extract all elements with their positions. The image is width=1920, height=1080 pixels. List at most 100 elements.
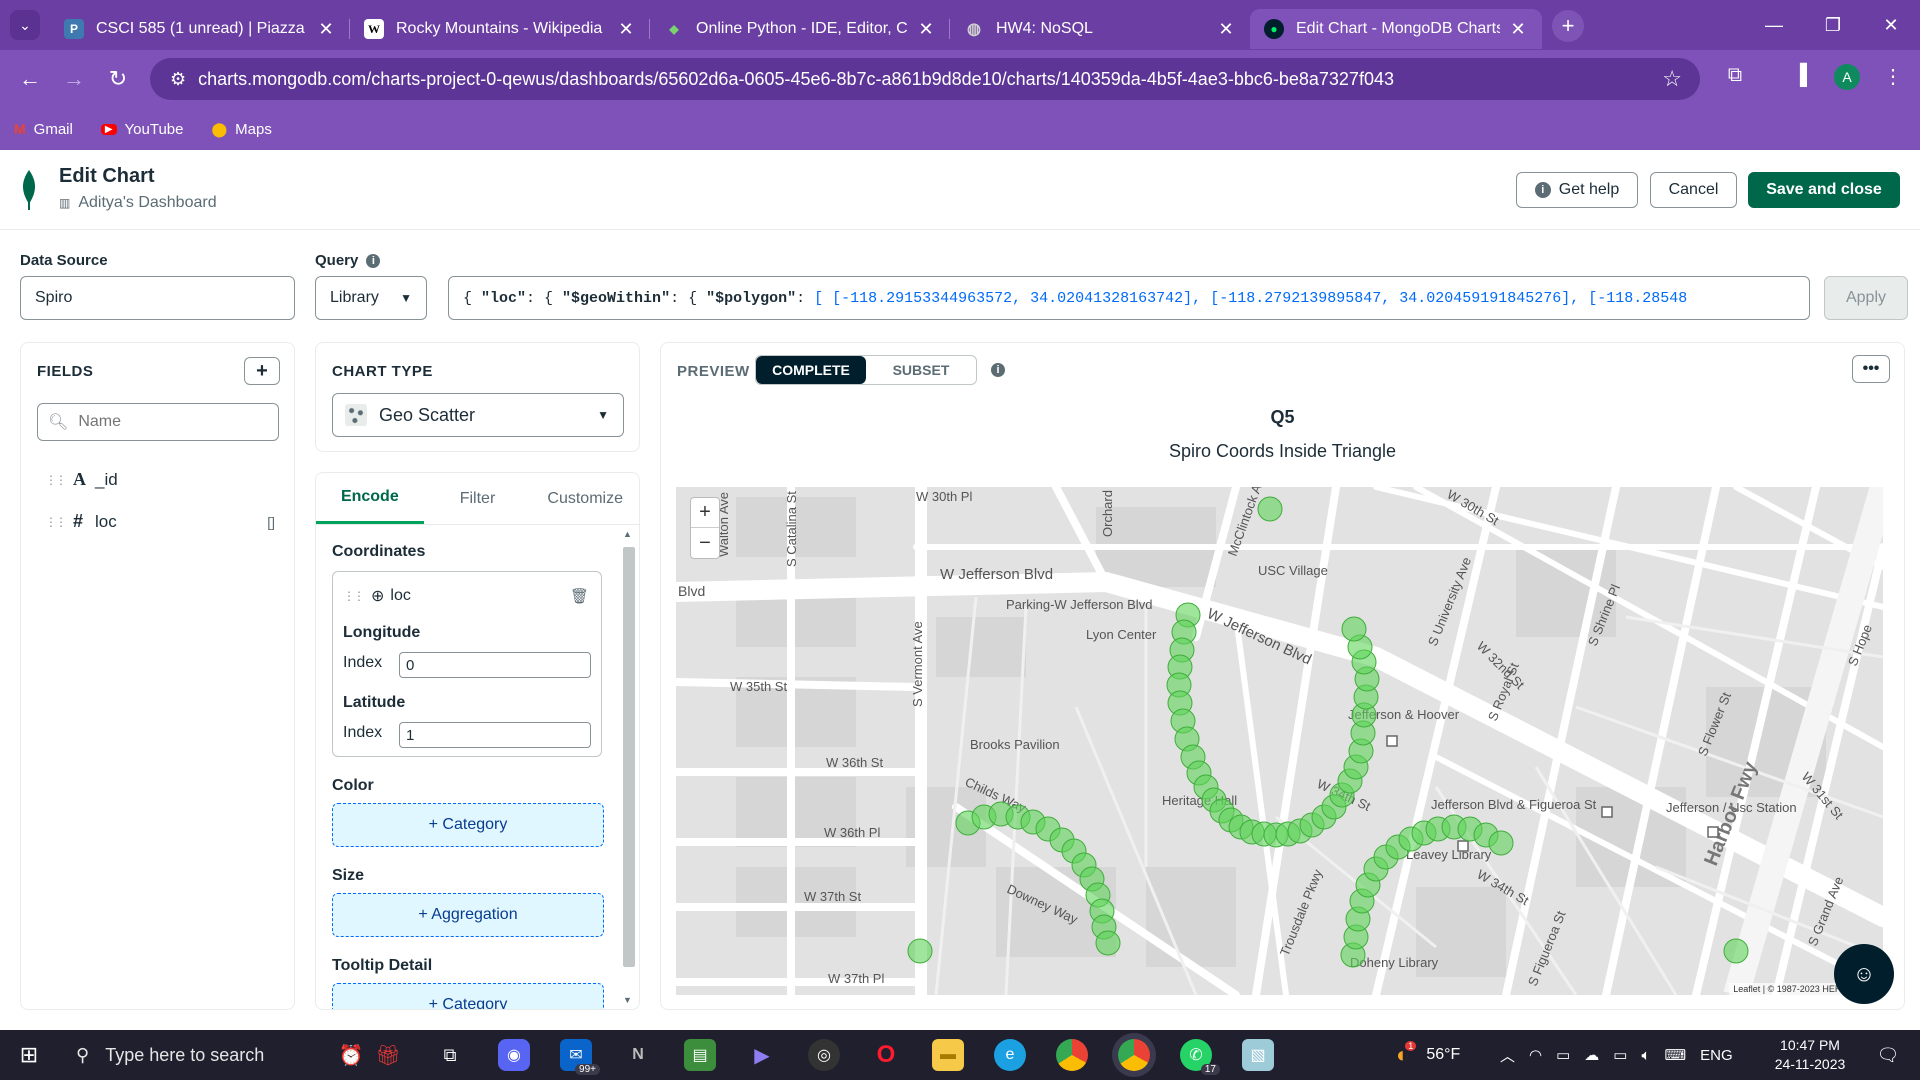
field-item-loc[interactable]: ⋮⋮ # loc [] [45, 511, 275, 532]
scroll-up-icon[interactable]: ▲ [623, 529, 632, 539]
zoom-in-button[interactable]: + [691, 498, 719, 528]
tab-piazza[interactable]: P CSCI 585 (1 unread) | Piazza Q&A ✕ [50, 9, 350, 49]
mongodb-leaf-icon[interactable] [18, 170, 40, 210]
restore-icon[interactable]: ❐ [1804, 0, 1862, 50]
game-icon[interactable]: ◎ [808, 1039, 840, 1071]
side-panel-icon[interactable]: ▐ [1785, 64, 1815, 87]
profile-avatar[interactable]: A [1834, 64, 1860, 90]
address-bar[interactable]: ⚙ charts.mongodb.com/charts-project-0-qe… [150, 58, 1700, 100]
chrome-icon[interactable] [1056, 1039, 1088, 1071]
bookmark-star-icon[interactable]: ☆ [1662, 66, 1682, 92]
system-clock[interactable]: 10:47 PM 24-11-2023 [1764, 1036, 1856, 1074]
opera-icon[interactable]: O [870, 1039, 902, 1071]
notion-icon[interactable]: N [622, 1039, 654, 1071]
tab-edit-chart[interactable]: ● Edit Chart - MongoDB Charts ✕ [1250, 9, 1542, 49]
dashboard-breadcrumb[interactable]: ▥ Aditya's Dashboard [59, 194, 217, 212]
info-icon[interactable]: i [366, 253, 381, 268]
network-icon[interactable]: ◠ [1529, 1046, 1542, 1064]
whatsapp-icon[interactable]: ✆ 17 [1180, 1039, 1220, 1075]
keyboard-icon[interactable]: ⌨ [1665, 1046, 1687, 1064]
color-drop-zone[interactable]: + Category [332, 803, 604, 847]
save-and-close-button[interactable]: Save and close [1748, 172, 1900, 208]
longitude-index-input[interactable]: 0 [399, 652, 591, 678]
device-icon[interactable]: ▭ [1556, 1046, 1570, 1064]
weather-widget[interactable]: ◐ 1 56°F [1396, 1030, 1460, 1080]
chart-type-select[interactable]: Geo Scatter ▼ [332, 393, 624, 437]
cloud-icon[interactable]: ☁ [1584, 1046, 1599, 1064]
subset-toggle[interactable]: SUBSET [866, 356, 976, 384]
file-explorer-icon[interactable]: ▬ [932, 1039, 964, 1071]
tab-online-python[interactable]: ◆ Online Python - IDE, Editor, Co ✕ [650, 9, 950, 49]
get-help-button[interactable]: i Get help [1516, 172, 1638, 208]
trash-icon[interactable]: 🗑︎ [570, 587, 589, 605]
notification-center-icon[interactable]: 🗨︎ [1872, 1039, 1904, 1071]
close-icon[interactable]: ✕ [316, 19, 336, 40]
field-item-id[interactable]: ⋮⋮ A _id [45, 469, 275, 490]
drag-handle-icon[interactable]: ⋮⋮ [45, 473, 67, 487]
scrollbar-thumb[interactable] [623, 547, 635, 967]
drag-handle-icon[interactable]: ⋮⋮ [45, 515, 67, 529]
info-icon[interactable]: i [991, 363, 1005, 377]
new-tab-button[interactable]: + [1552, 10, 1584, 42]
reload-icon[interactable]: ↻ [100, 61, 136, 97]
tab-wikipedia[interactable]: W Rocky Mountains - Wikipedia ✕ [350, 9, 650, 49]
add-field-button[interactable]: + [244, 357, 280, 385]
scatter-point[interactable] [1723, 938, 1749, 964]
encode-scrollbar[interactable]: ▲ ▼ [621, 529, 635, 1005]
complete-toggle[interactable]: COMPLETE [756, 356, 866, 384]
scroll-down-icon[interactable]: ▼ [623, 995, 632, 1005]
bookmark-maps[interactable]: ⬤ Maps [212, 121, 272, 138]
tab-search-button[interactable]: ⌄ [10, 10, 40, 40]
scatter-point[interactable] [907, 938, 933, 964]
scatter-point[interactable] [1341, 616, 1367, 642]
bookmark-gmail[interactable]: M Gmail [14, 121, 73, 138]
extensions-icon[interactable]: ⧉ [1720, 64, 1750, 87]
gift-icon[interactable]: 🎁︎ [372, 1039, 404, 1071]
tab-hw4-nosql[interactable]: ◍ HW4: NoSQL ✕ [950, 9, 1250, 49]
drag-handle-icon[interactable]: ⋮⋮ [343, 589, 365, 603]
language-indicator[interactable]: ENG [1700, 1047, 1733, 1064]
media-player-icon[interactable]: ▶ [746, 1039, 778, 1071]
task-view-icon[interactable]: ⧉ [434, 1039, 466, 1071]
discord-icon[interactable]: ◉ [498, 1039, 530, 1071]
chevron-up-icon[interactable]: ︿ [1500, 1045, 1515, 1066]
feedback-chat-button[interactable]: ☺ [1834, 944, 1894, 1004]
layers-app-icon[interactable]: ▤ [684, 1039, 716, 1071]
chrome-profile-icon[interactable] [1118, 1039, 1150, 1071]
back-icon[interactable]: ← [12, 61, 48, 97]
scatter-point[interactable] [1488, 830, 1514, 856]
mail-icon[interactable]: ✉ 99+ [560, 1039, 600, 1075]
size-drop-zone[interactable]: + Aggregation [332, 893, 604, 937]
taskbar-search[interactable]: ⚲ Type here to search [58, 1030, 328, 1080]
close-icon[interactable]: ✕ [1508, 19, 1528, 40]
close-icon[interactable]: ✕ [616, 19, 636, 40]
cancel-button[interactable]: Cancel [1650, 172, 1737, 208]
tab-customize[interactable]: Customize [531, 473, 639, 524]
close-icon[interactable]: ✕ [1216, 19, 1236, 40]
browser-menu-icon[interactable]: ⋮ [1878, 64, 1908, 89]
windows-start-icon[interactable]: ⊞ [0, 1030, 58, 1080]
close-window-icon[interactable]: ✕ [1862, 0, 1920, 50]
minimize-icon[interactable]: — [1745, 0, 1803, 50]
bookmark-youtube[interactable]: ▶ YouTube [100, 121, 184, 138]
apply-button[interactable]: Apply [1824, 276, 1908, 320]
geo-scatter-map[interactable]: W 30th Pl Walton Ave W Jefferson Blvd US… [676, 487, 1883, 995]
tab-filter[interactable]: Filter [424, 473, 532, 524]
more-options-button[interactable]: ••• [1852, 355, 1890, 383]
coord-field[interactable]: ⋮⋮ ⊕ loc 🗑︎ [343, 586, 593, 606]
latitude-index-input[interactable]: 1 [399, 722, 591, 748]
query-editor[interactable]: { "loc": { "$geoWithin": { "$polygon": [… [448, 276, 1810, 320]
close-icon[interactable]: ✕ [916, 19, 936, 40]
battery-icon[interactable]: ▭ [1613, 1046, 1627, 1064]
tab-encode[interactable]: Encode [316, 473, 424, 524]
query-library-select[interactable]: Library ▼ [315, 276, 427, 320]
alarm-clock-icon[interactable]: ⏰ [335, 1039, 367, 1071]
scatter-point[interactable] [1095, 930, 1121, 956]
scatter-point[interactable] [1257, 496, 1283, 522]
tooltip-drop-zone[interactable]: + Category [332, 983, 604, 1009]
edge-icon[interactable]: e [994, 1039, 1026, 1071]
array-icon[interactable]: [] [267, 514, 275, 530]
site-info-icon[interactable]: ⚙ [170, 69, 186, 90]
field-search-input[interactable] [78, 413, 259, 431]
notes-app-icon[interactable]: ▧ [1242, 1039, 1274, 1071]
